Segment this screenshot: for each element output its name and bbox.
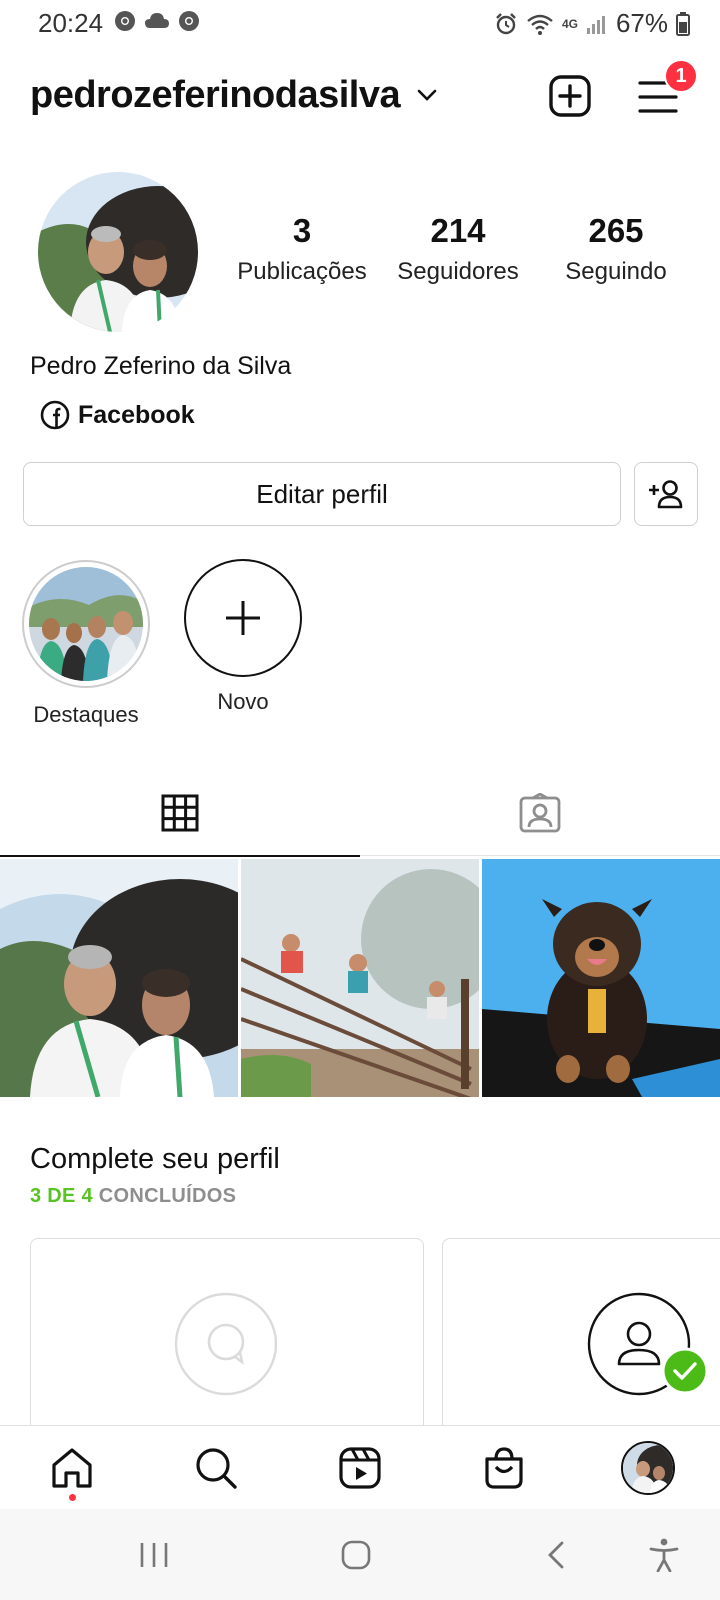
post-image-fence — [241, 859, 479, 1097]
add-person-icon — [649, 480, 683, 509]
status-bar: 20:24 4G 67% — [0, 0, 720, 46]
bottom-navigation — [0, 1425, 720, 1509]
search-icon — [196, 1448, 237, 1489]
highlight-ring — [22, 560, 150, 688]
signal-icon — [586, 15, 605, 34]
post-image-dog — [482, 859, 720, 1097]
highlight-new-label: Novo — [217, 689, 269, 714]
complete-profile-card-bio[interactable] — [30, 1238, 424, 1438]
tab-posts-grid[interactable] — [0, 770, 360, 857]
highlight-label: Destaques — [33, 702, 139, 727]
battery-percent: 67% — [615, 8, 668, 38]
stat-posts[interactable]: 3 Publicações — [232, 212, 372, 286]
status-time: 20:24 — [38, 8, 104, 38]
reels-icon — [339, 1447, 381, 1489]
system-navigation-bar — [0, 1509, 720, 1600]
progress-suffix: CONCLUÍDOS — [92, 1185, 237, 1207]
shop-icon — [485, 1447, 523, 1489]
discover-people-button[interactable] — [634, 462, 698, 526]
nav-reels[interactable] — [288, 1426, 432, 1510]
accessibility-button[interactable] — [634, 1509, 694, 1600]
highlight-destaques[interactable]: Destaques — [22, 560, 150, 728]
post-thumbnail[interactable] — [0, 859, 238, 1097]
post-thumbnail[interactable] — [241, 859, 479, 1097]
facebook-link[interactable]: Facebook — [40, 400, 195, 430]
nav-shop[interactable] — [432, 1426, 576, 1510]
home-button-icon — [341, 1540, 371, 1569]
post-thumbnail[interactable] — [482, 859, 720, 1097]
stat-following-label: Seguindo — [565, 258, 667, 285]
profile-full-name: Pedro Zeferino da Silva — [30, 352, 292, 380]
profile-header: pedrozeferinodasilva — [0, 60, 720, 136]
post-image-selfie — [0, 859, 238, 1097]
alarm-icon — [496, 12, 516, 34]
home-icon — [52, 1448, 92, 1488]
profile-tabs — [0, 770, 720, 857]
status-right: 4G 67% — [494, 8, 690, 39]
facebook-icon — [40, 400, 70, 430]
stat-followers[interactable]: 214 Seguidores — [388, 212, 528, 286]
complete-profile-card-photo[interactable] — [442, 1238, 720, 1438]
recent-apps-button[interactable] — [124, 1509, 184, 1600]
create-post-icon[interactable] — [548, 74, 592, 118]
stat-followers-label: Seguidores — [397, 258, 519, 285]
nav-search[interactable] — [144, 1426, 288, 1510]
wifi-icon — [527, 14, 553, 35]
home-activity-dot — [69, 1494, 76, 1501]
battery-icon — [676, 11, 690, 36]
chrome-icon — [115, 11, 135, 31]
notification-badge: 1 — [664, 59, 698, 93]
home-system-button[interactable] — [326, 1509, 386, 1600]
complete-profile-progress: 3 DE 4 CONCLUÍDOS — [30, 1185, 236, 1208]
stat-followers-value: 214 — [430, 212, 486, 249]
profile-avatar-small — [621, 1441, 675, 1495]
tagged-icon — [519, 793, 561, 833]
grid-icon — [161, 794, 199, 832]
chrome-icon — [179, 11, 199, 31]
recent-apps-icon — [140, 1542, 168, 1567]
new-highlight-button — [184, 559, 302, 677]
account-switcher-username[interactable]: pedrozeferinodasilva — [30, 74, 401, 117]
posts-grid — [0, 859, 720, 1097]
cloud-icon — [145, 13, 169, 28]
progress-done: 3 DE 4 — [30, 1185, 93, 1207]
chat-bubble-icon — [174, 1292, 278, 1396]
edit-profile-button[interactable]: Editar perfil — [23, 462, 621, 526]
stat-posts-label: Publicações — [237, 258, 367, 285]
tab-tagged[interactable] — [360, 770, 720, 856]
active-tab-indicator — [0, 855, 360, 857]
profile-avatar[interactable] — [38, 172, 198, 332]
complete-profile-title: Complete seu perfil — [30, 1143, 280, 1175]
highlight-cover — [29, 567, 143, 681]
back-system-button[interactable] — [526, 1509, 586, 1600]
nav-profile[interactable] — [576, 1426, 720, 1510]
status-notification-icons — [114, 10, 200, 32]
stat-posts-value: 3 — [292, 212, 312, 249]
facebook-link-label: Facebook — [78, 400, 195, 429]
back-icon — [548, 1541, 564, 1568]
nav-home[interactable] — [0, 1426, 144, 1510]
network-type: 4G — [561, 16, 578, 31]
check-icon — [661, 1347, 709, 1395]
plus-icon — [226, 601, 260, 635]
chevron-down-icon[interactable] — [416, 84, 438, 106]
profile-photo — [38, 172, 198, 332]
stat-following-value: 265 — [588, 212, 644, 249]
accessibility-icon — [649, 1538, 679, 1572]
highlight-new[interactable]: Novo — [184, 559, 302, 715]
stat-following[interactable]: 265 Seguindo — [546, 212, 686, 286]
